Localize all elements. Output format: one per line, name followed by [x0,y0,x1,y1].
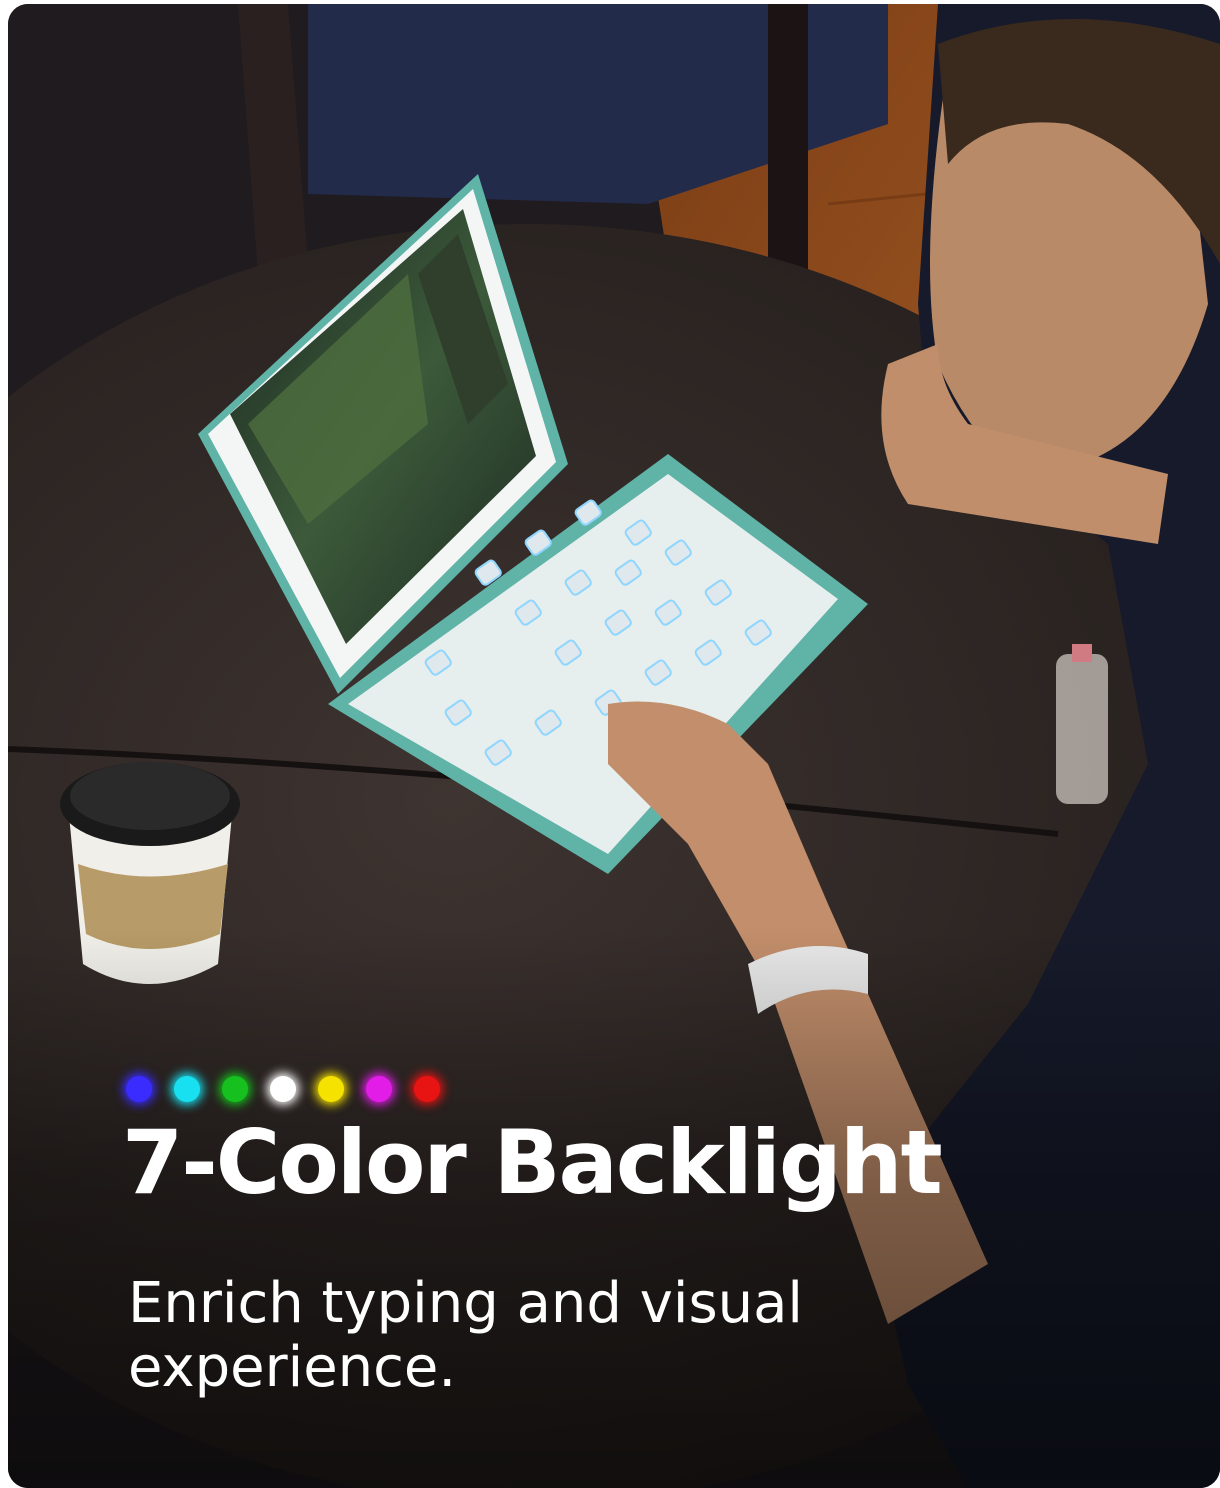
color-dot-blue [126,1076,152,1102]
color-dot-yellow [318,1076,344,1102]
color-dot-magenta [366,1076,392,1102]
subheadline: Enrich typing and visual experience. [128,1271,803,1400]
color-dot-red [414,1076,440,1102]
color-dot-row [126,1076,440,1102]
color-dot-green [222,1076,248,1102]
headline: 7-Color Backlight [122,1111,943,1214]
color-dot-cyan [174,1076,200,1102]
color-dot-white [270,1076,296,1102]
product-banner: 7-Color Backlight Enrich typing and visu… [8,4,1220,1488]
